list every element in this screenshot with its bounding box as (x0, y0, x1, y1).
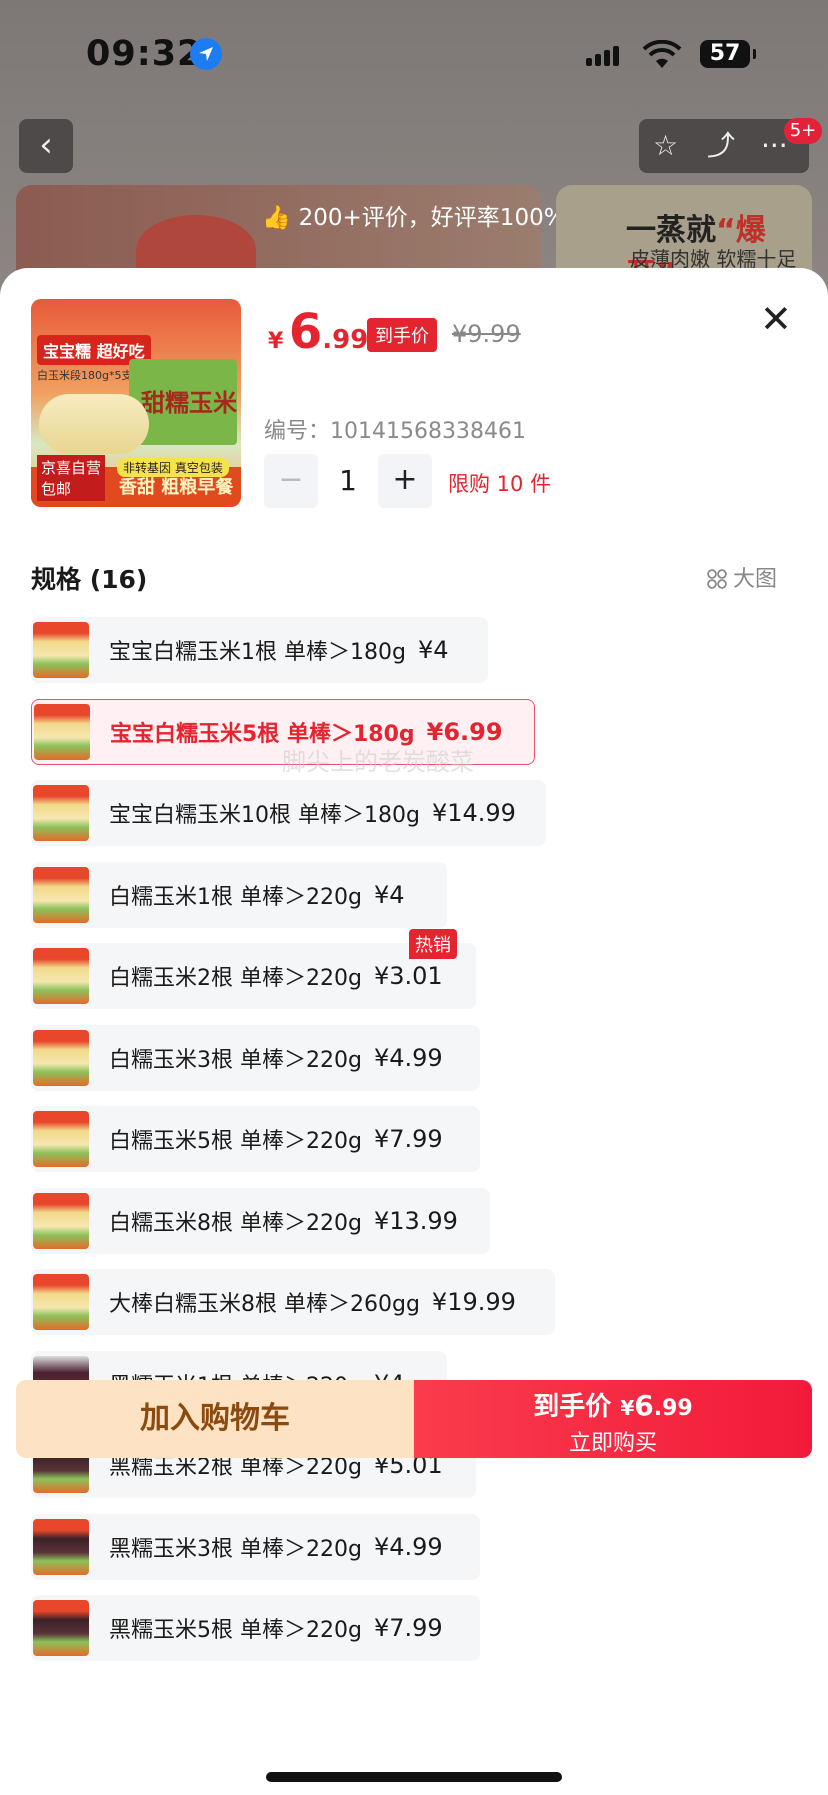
price-tag: 到手价 (367, 318, 437, 352)
spec-option-price: ¥13.99 (373, 1206, 458, 1235)
spec-option[interactable]: 白糯玉米5根 单棒＞220g ¥7.99 (31, 1106, 480, 1172)
sku-sheet: 宝宝糯 超好吃 白玉米段180g*5支 甜糯玉米 非转基因 真空包装 京喜自营包… (0, 268, 828, 1795)
spec-option-name: 白糯玉米8根 单棒＞220g (109, 1210, 362, 1236)
buy-prefix: 到手价 (533, 1392, 612, 1422)
current-price: ¥ 6.99 (268, 304, 368, 360)
rating-summary[interactable]: 👍 200+评价，好评率100% (262, 198, 566, 232)
spec-option[interactable]: 白糯玉米3根 单棒＞220g ¥4.99 (31, 1024, 480, 1091)
big-view-label: 大图 (733, 567, 778, 592)
spec-thumbnail (33, 1518, 89, 1575)
quantity-value[interactable]: 1 (320, 454, 376, 508)
spec-option-name: 宝宝白糯玉米10根 单棒＞180g (109, 803, 420, 828)
price-int: 6 (288, 304, 323, 360)
watermark: 脚尖上的老炭酸菜 (282, 748, 474, 776)
spec-option-name: 宝宝白糯玉米1根 单棒＞180g (109, 640, 406, 665)
original-price: ¥9.99 (452, 320, 521, 348)
rating-text: 200+评价，好评率100% (298, 205, 566, 231)
grid-icon (707, 569, 727, 589)
product-box-text: 甜糯玉米 (141, 389, 237, 417)
cell-signal-icon (586, 46, 622, 66)
spec-thumbnail (33, 1600, 89, 1656)
home-indicator[interactable] (266, 1772, 562, 1782)
location-icon (190, 38, 222, 70)
wifi-icon (642, 39, 682, 74)
buy-price-dec: .99 (653, 1396, 693, 1421)
corn-graphic (39, 394, 149, 454)
spec-option-price: ¥7.99 (373, 1614, 443, 1642)
buy-price-line: 到手价 ¥6.99 (414, 1386, 812, 1423)
thumbs-up-icon: 👍 (262, 205, 291, 231)
add-to-cart-button[interactable]: 加入购物车 (16, 1380, 414, 1458)
spec-option-badge: 热销 (409, 929, 457, 959)
buy-label: 立即购买 (568, 1431, 657, 1456)
spec-option[interactable]: 宝宝白糯玉米10根 单棒＞180g ¥14.99 (31, 780, 546, 846)
spec-option-name: 白糯玉米1根 单棒＞220g (109, 884, 362, 910)
badge-line2: 包邮 (41, 480, 72, 498)
spec-option-price: ¥4.99 (373, 1043, 443, 1072)
spec-option-name: 白糯玉米5根 单棒＞220g (109, 1129, 362, 1154)
star-icon[interactable]: ☆ (653, 131, 678, 161)
sku-number: 编号：10141568338461 (264, 419, 526, 444)
spec-thumbnail (33, 622, 89, 678)
spec-thumbnail (33, 1274, 89, 1330)
buy-price-int: 6 (634, 1389, 654, 1422)
price-dec: .99 (322, 325, 369, 355)
spec-thumbnail (33, 785, 89, 841)
spec-option-name: 大棒白糯玉米8根 单棒＞260gg (109, 1292, 420, 1317)
spec-option-name: 黑糯玉米3根 单棒＞220g (109, 1536, 362, 1562)
spec-option[interactable]: 宝宝白糯玉米1根 单棒＞180g ¥4 (31, 617, 488, 683)
spec-option-price: ¥14.99 (431, 799, 516, 827)
spec-thumbnail (33, 948, 89, 1004)
spec-option[interactable]: 黑糯玉米3根 单棒＞220g ¥4.99 (31, 1513, 480, 1580)
spec-option-price: ¥19.99 (431, 1288, 516, 1316)
battery-icon: 57 (700, 40, 756, 68)
spec-thumbnail (33, 866, 89, 923)
back-button[interactable]: ‹ (19, 119, 73, 173)
status-time: 09:32 (86, 34, 203, 74)
spec-option[interactable]: 大棒白糯玉米8根 单棒＞260gg ¥19.99 (31, 1269, 555, 1335)
spec-option-price: ¥4 (373, 880, 405, 909)
spec-option-price: ¥4 (417, 636, 449, 664)
spec-option-name: 白糯玉米3根 单棒＞220g (109, 1047, 362, 1073)
product-image-sub: 白玉米段180g*5支 (37, 369, 133, 382)
purchase-limit: 限购 10 件 (448, 472, 552, 496)
share-icon[interactable]: ⤴ (707, 131, 735, 161)
spec-thumbnail (33, 1192, 89, 1249)
product-image-slogan: 香甜 粗粮早餐 (119, 477, 234, 498)
product-image-badge: 京喜自营 包邮 (37, 455, 106, 501)
spec-option[interactable]: 白糯玉米8根 单棒＞220g ¥13.99 (31, 1187, 490, 1254)
cart-badge: 5+ (784, 118, 822, 144)
spec-thumbnail (33, 1029, 89, 1086)
spec-option-price: ¥4.99 (373, 1532, 443, 1561)
product-image[interactable]: 宝宝糯 超好吃 白玉米段180g*5支 甜糯玉米 非转基因 真空包装 京喜自营包… (31, 299, 241, 507)
big-view-toggle[interactable]: 大图 (707, 561, 777, 593)
badge-line1: 京喜自营 (41, 459, 102, 477)
more-icon[interactable]: ··· (761, 131, 788, 161)
spec-thumbnail (33, 1111, 89, 1167)
spec-thumbnail (34, 703, 90, 760)
spec-option[interactable]: 黑糯玉米5根 单棒＞220g ¥7.99 (31, 1595, 480, 1661)
buy-currency: ¥ (620, 1396, 635, 1420)
price-currency: ¥ (268, 329, 284, 354)
status-bar: 09:32 57 (0, 34, 828, 82)
decrease-button[interactable]: − (264, 454, 318, 508)
spec-option-name: 黑糯玉米5根 单棒＞220g (109, 1618, 362, 1643)
close-icon[interactable]: ✕ (760, 300, 792, 338)
spec-option-price: ¥3.01 (373, 962, 443, 990)
buy-now-button[interactable]: 到手价 ¥6.99 立即购买 (414, 1380, 812, 1458)
increase-button[interactable]: + (378, 454, 432, 508)
spec-option[interactable]: 白糯玉米1根 单棒＞220g ¥4 (31, 861, 447, 928)
spec-option-name: 白糯玉米2根 单棒＞220g (109, 966, 362, 991)
spec-option-price: ¥7.99 (373, 1125, 443, 1153)
spec-title: 规格 (16) (31, 565, 148, 594)
